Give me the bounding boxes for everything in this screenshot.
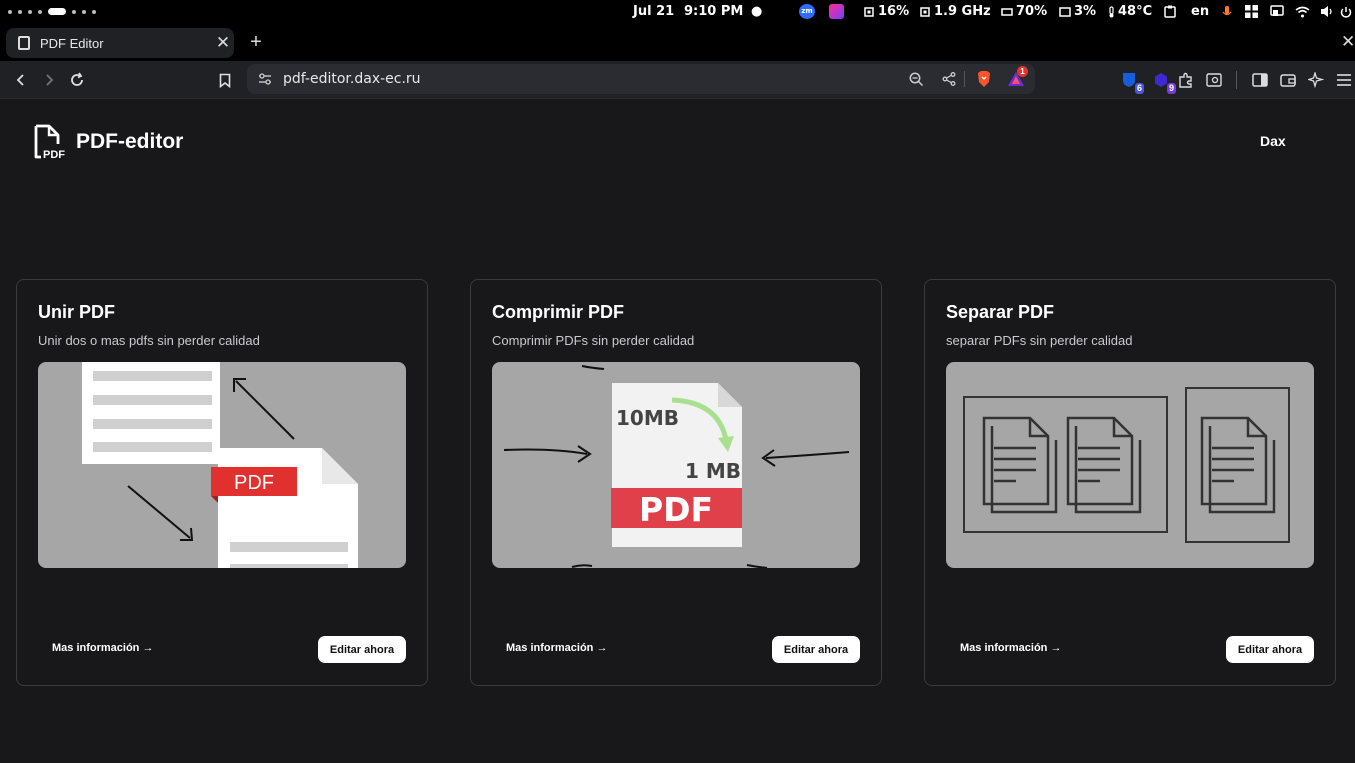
card-separar-pdf: Separar PDF separar PDFs sin perder cali… bbox=[924, 279, 1336, 686]
clipboard-icon[interactable] bbox=[1164, 0, 1176, 23]
card-title: Comprimir PDF bbox=[492, 302, 625, 322]
edit-now-button[interactable]: Editar ahora bbox=[772, 636, 860, 663]
card-description: Unir dos o mas pdfs sin perder calidad bbox=[38, 333, 260, 348]
reload-button[interactable] bbox=[64, 67, 90, 93]
svg-text:PDF: PDF bbox=[43, 149, 65, 160]
bookmark-icon bbox=[219, 73, 231, 88]
reload-icon bbox=[71, 72, 83, 86]
memory-usage: 70% bbox=[1001, 0, 1047, 23]
new-tab-button[interactable]: + bbox=[245, 28, 267, 56]
url-divider bbox=[964, 71, 965, 87]
screen-cast-icon[interactable] bbox=[1270, 0, 1284, 23]
system-menu-bar: Jul 21 9:10 PM ● zm 16% 1.9 GHz 70% 3% 4… bbox=[0, 0, 1355, 23]
microphone-icon[interactable] bbox=[1222, 0, 1232, 23]
merge-pdf-illustration: PDF bbox=[38, 362, 406, 568]
more-info-link[interactable]: Mas información → bbox=[506, 642, 607, 654]
temperature: 48°C bbox=[1108, 0, 1152, 23]
back-button[interactable] bbox=[8, 67, 34, 93]
tab-pdf-editor[interactable]: PDF Editor ✕ bbox=[6, 28, 234, 58]
browser-toolbar: pdf-editor.dax-ec.ru 1 6 9 bbox=[0, 61, 1355, 99]
hamburger-menu-icon bbox=[1337, 74, 1351, 86]
more-info-link[interactable]: Mas información → bbox=[52, 642, 153, 654]
cpu-freq-icon bbox=[920, 6, 930, 17]
extensions-button[interactable] bbox=[1173, 67, 1199, 93]
forward-arrow-icon bbox=[46, 74, 54, 86]
puzzle-icon bbox=[1179, 72, 1192, 88]
brave-rewards-icon[interactable]: 1 bbox=[1006, 66, 1028, 89]
rewards-badge: 1 bbox=[1017, 66, 1028, 77]
system-time[interactable]: 9:10 PM bbox=[684, 0, 743, 23]
card-title: Separar PDF bbox=[946, 302, 1055, 322]
zoom-out-icon[interactable] bbox=[906, 69, 926, 89]
more-info-link[interactable]: Mas información → bbox=[960, 642, 1061, 654]
pdf-label: PDF bbox=[234, 472, 274, 494]
card-description: Comprimir PDFs sin perder calidad bbox=[492, 333, 695, 348]
bookmark-button[interactable] bbox=[212, 67, 238, 93]
screenshot-button[interactable] bbox=[1201, 67, 1227, 93]
sidebar-icon bbox=[1252, 73, 1268, 87]
thermometer-icon bbox=[1109, 5, 1114, 17]
recording-dot-icon: ● bbox=[751, 4, 763, 19]
screenshot-icon bbox=[1206, 73, 1222, 87]
page-content: PDF PDF-editor Dax Unir PDF Unir dos o m… bbox=[0, 100, 1355, 763]
size-before-label: 10MB bbox=[616, 406, 679, 430]
close-window-icon[interactable]: ✕ bbox=[1341, 28, 1355, 56]
card-unir-pdf: Unir PDF Unir dos o mas pdfs sin perder … bbox=[16, 279, 428, 686]
card-title: Unir PDF bbox=[38, 302, 116, 322]
memory-icon bbox=[1001, 7, 1013, 16]
site-brand[interactable]: PDF PDF-editor bbox=[32, 124, 183, 160]
disk-icon bbox=[1059, 6, 1071, 17]
zoom-icon[interactable]: zm bbox=[799, 4, 815, 19]
split-pdf-illustration bbox=[946, 362, 1314, 568]
bitwarden-extension[interactable]: 6 bbox=[1116, 67, 1144, 94]
close-tab-icon[interactable]: ✕ bbox=[212, 33, 234, 53]
back-arrow-icon bbox=[16, 74, 24, 86]
wallet-icon bbox=[1280, 74, 1296, 87]
address-bar[interactable]: pdf-editor.dax-ec.ru 1 bbox=[247, 64, 1035, 94]
workspace-indicator[interactable] bbox=[8, 0, 96, 23]
share-icon[interactable] bbox=[939, 69, 959, 89]
brave-shield-icon[interactable] bbox=[974, 69, 994, 89]
document-icon bbox=[18, 36, 30, 50]
cpu-icon bbox=[864, 6, 874, 17]
size-after-label: 1 MB bbox=[685, 459, 741, 483]
tab-title: PDF Editor bbox=[40, 35, 104, 51]
main-menu-button[interactable] bbox=[1331, 67, 1355, 93]
app-tray-icon[interactable] bbox=[829, 4, 844, 19]
leo-ai-button[interactable] bbox=[1303, 67, 1329, 93]
grid-apps-icon[interactable] bbox=[1245, 0, 1258, 23]
extension-badge: 6 bbox=[1134, 83, 1144, 94]
site-title: PDF-editor bbox=[76, 130, 184, 153]
browser-tab-bar: PDF Editor ✕ + ✕ bbox=[0, 23, 1355, 61]
card-comprimir-pdf: Comprimir PDF Comprimir PDFs sin perder … bbox=[470, 279, 882, 686]
sparkle-icon bbox=[1308, 72, 1324, 88]
compress-pdf-illustration: PDF 10MB 1 MB bbox=[492, 362, 860, 568]
card-description: separar PDFs sin perder calidad bbox=[946, 333, 1133, 348]
keyboard-language[interactable]: en bbox=[1191, 0, 1209, 23]
purple-extension[interactable]: 9 bbox=[1148, 67, 1176, 94]
volume-icon[interactable] bbox=[1320, 0, 1335, 23]
pdf-file-icon: PDF bbox=[34, 124, 65, 160]
user-name[interactable]: Dax bbox=[1260, 133, 1286, 149]
pdf-label: PDF bbox=[639, 490, 713, 529]
system-date[interactable]: Jul 21 bbox=[633, 0, 674, 23]
wallet-button[interactable] bbox=[1275, 67, 1301, 93]
power-menu-icon[interactable] bbox=[1340, 0, 1352, 23]
sidebar-toggle-button[interactable] bbox=[1247, 67, 1273, 93]
cpu-frequency: 1.9 GHz bbox=[919, 0, 991, 23]
cpu-usage: 16% bbox=[863, 0, 909, 23]
disk-usage: 3% bbox=[1059, 0, 1096, 23]
url-text[interactable]: pdf-editor.dax-ec.ru bbox=[283, 71, 421, 87]
forward-button[interactable] bbox=[36, 67, 62, 93]
toolbar-divider bbox=[1236, 71, 1237, 89]
wifi-icon[interactable] bbox=[1295, 0, 1310, 23]
site-settings-icon[interactable] bbox=[255, 69, 275, 89]
edit-now-button[interactable]: Editar ahora bbox=[318, 636, 406, 663]
edit-now-button[interactable]: Editar ahora bbox=[1226, 636, 1314, 663]
